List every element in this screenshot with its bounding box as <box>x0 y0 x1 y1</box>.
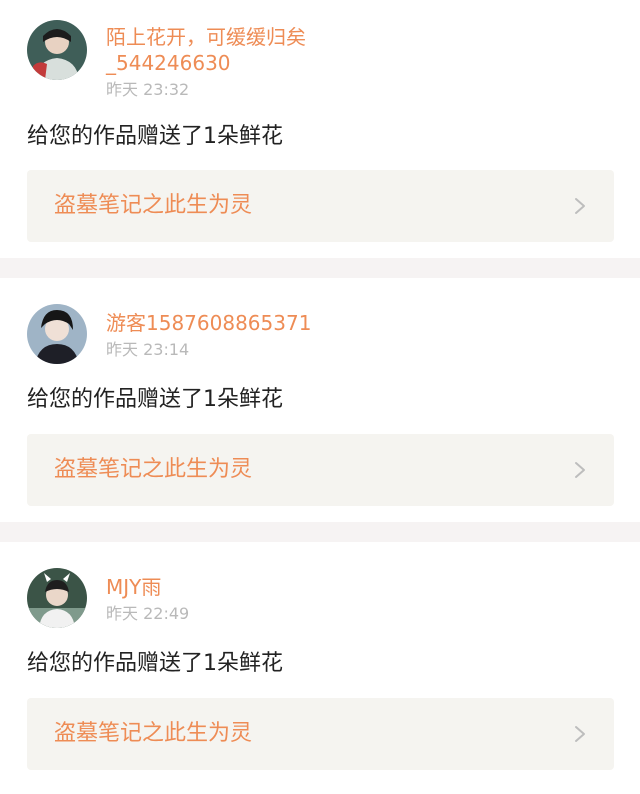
gift-message: 给您的作品赠送了1朵鲜花 <box>27 124 283 149</box>
username[interactable]: 陌上花开，可缓缓归矣 _544246630 <box>106 24 446 76</box>
user-avatar-icon[interactable] <box>27 568 87 628</box>
user-avatar-icon[interactable] <box>27 304 87 364</box>
work-link[interactable]: 盗墓笔记之此生为灵 <box>27 434 614 506</box>
user-avatar-icon[interactable] <box>27 20 87 80</box>
avatar-image <box>27 20 87 80</box>
notification-card: 游客1587608865371 昨天 23:14 给您的作品赠送了1朵鲜花 盗墓… <box>0 278 640 522</box>
notification-card: 陌上花开，可缓缓归矣 _544246630 昨天 23:32 给您的作品赠送了1… <box>0 0 640 258</box>
username[interactable]: MJY雨 <box>106 574 446 600</box>
chevron-right-icon <box>575 198 585 214</box>
gift-message: 给您的作品赠送了1朵鲜花 <box>27 651 283 676</box>
avatar-image <box>27 568 87 628</box>
work-link[interactable]: 盗墓笔记之此生为灵 <box>27 170 614 242</box>
card-divider <box>0 258 640 278</box>
work-title: 盗墓笔记之此生为灵 <box>54 457 253 482</box>
notification-feed: 陌上花开，可缓缓归矣 _544246630 昨天 23:32 给您的作品赠送了1… <box>0 0 640 794</box>
username[interactable]: 游客1587608865371 <box>106 310 446 336</box>
card-divider <box>0 522 640 542</box>
work-link[interactable]: 盗墓笔记之此生为灵 <box>27 698 614 770</box>
gift-message: 给您的作品赠送了1朵鲜花 <box>27 387 283 412</box>
notification-card: MJY雨 昨天 22:49 给您的作品赠送了1朵鲜花 盗墓笔记之此生为灵 <box>0 542 640 794</box>
timestamp: 昨天 23:14 <box>106 340 190 359</box>
timestamp: 昨天 23:32 <box>106 80 190 99</box>
chevron-right-icon <box>575 726 585 742</box>
work-title: 盗墓笔记之此生为灵 <box>54 721 253 746</box>
avatar-image <box>27 304 87 364</box>
chevron-right-icon <box>575 462 585 478</box>
timestamp: 昨天 22:49 <box>106 604 190 623</box>
work-title: 盗墓笔记之此生为灵 <box>54 193 253 218</box>
